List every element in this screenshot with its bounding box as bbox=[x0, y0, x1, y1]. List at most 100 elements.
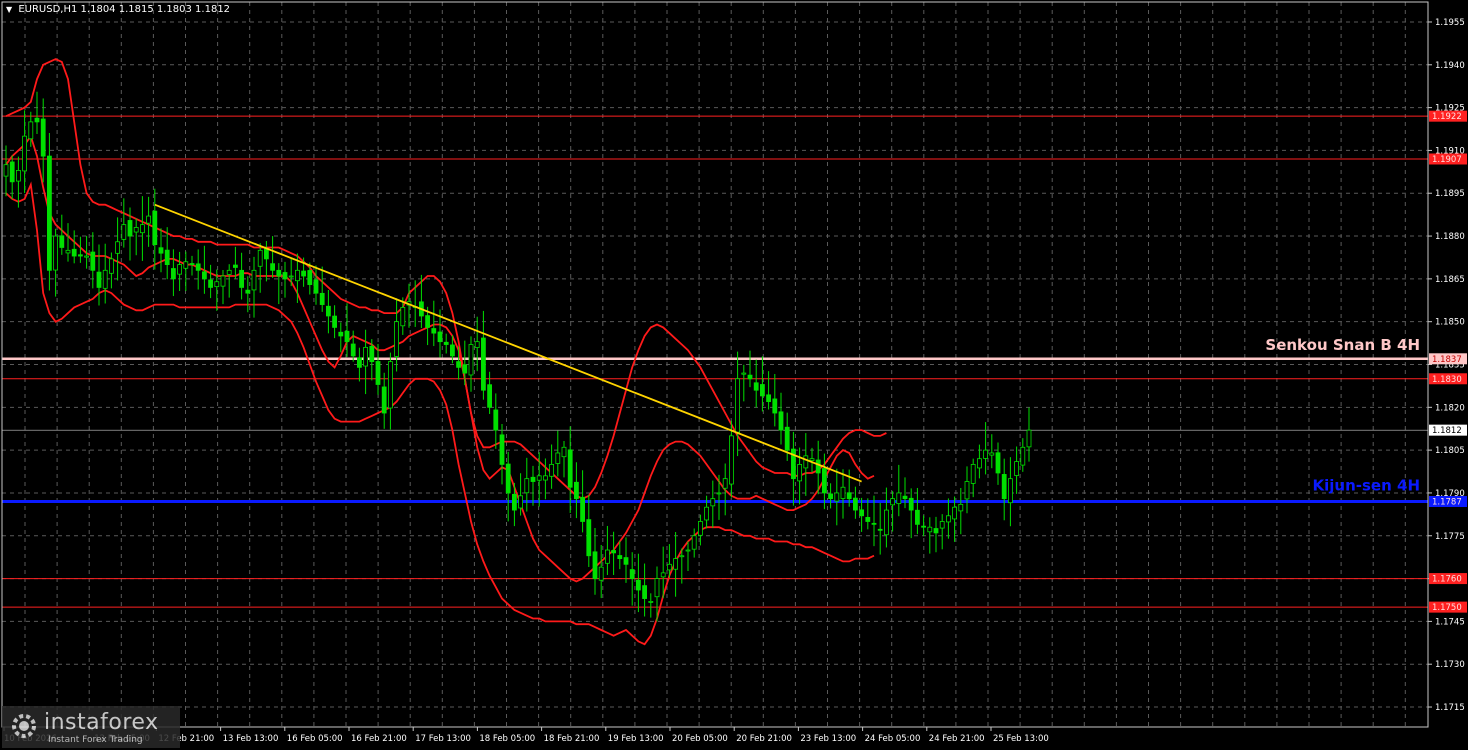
candle-body bbox=[214, 281, 220, 288]
candle-body bbox=[183, 261, 189, 269]
candle-body bbox=[462, 364, 468, 374]
x-tick-label: 24 Feb 05:00 bbox=[865, 734, 921, 744]
candle-body bbox=[301, 270, 307, 277]
collapse-triangle-icon[interactable]: ▼ bbox=[6, 5, 12, 14]
candle-body bbox=[505, 463, 511, 494]
x-tick-label: 24 Feb 21:00 bbox=[929, 734, 985, 744]
candle-body bbox=[9, 161, 15, 183]
candle-body bbox=[325, 305, 331, 317]
y-tick-label: 1.1895 bbox=[1435, 189, 1465, 199]
candle-body bbox=[109, 258, 114, 274]
candle-body bbox=[139, 224, 145, 234]
price-chart[interactable]: 1.19551.19401.19251.19101.18951.18801.18… bbox=[0, 0, 1468, 750]
candle-body bbox=[474, 341, 480, 348]
candle-body bbox=[536, 475, 542, 481]
candle-body bbox=[449, 344, 455, 357]
candle-body bbox=[865, 517, 871, 522]
candle-body bbox=[158, 247, 164, 254]
x-tick-label: 17 Feb 13:00 bbox=[415, 734, 471, 744]
ohlc-values: 1.1804 1.1815 1.1803 1.1812 bbox=[80, 4, 231, 15]
candle-body bbox=[921, 525, 926, 528]
candle-body bbox=[834, 492, 840, 502]
candle-body bbox=[908, 497, 914, 511]
candle-body bbox=[567, 449, 573, 488]
candle-body bbox=[933, 528, 939, 534]
candle-body bbox=[28, 121, 34, 140]
candle-body bbox=[636, 579, 641, 591]
candle-body bbox=[679, 555, 685, 558]
candle-body bbox=[890, 498, 895, 506]
candle-body bbox=[245, 289, 251, 294]
candle-body bbox=[133, 227, 139, 233]
candle-body bbox=[47, 155, 52, 271]
level-price-label: 1.1922 bbox=[1432, 112, 1462, 122]
y-tick-label: 1.1715 bbox=[1435, 703, 1465, 713]
candle-body bbox=[809, 458, 815, 461]
candle-body bbox=[970, 464, 976, 484]
candle-body bbox=[753, 382, 759, 391]
candle-body bbox=[220, 275, 226, 287]
candle-body bbox=[952, 506, 957, 520]
level-price-label: 1.1830 bbox=[1432, 375, 1462, 385]
candle-body bbox=[512, 493, 517, 511]
candle-body bbox=[747, 374, 753, 380]
candle-body bbox=[840, 486, 846, 499]
candle-body bbox=[146, 215, 152, 224]
candle-body bbox=[667, 563, 672, 571]
y-tick-label: 1.1955 bbox=[1435, 18, 1465, 28]
candle-body bbox=[394, 321, 400, 357]
candle-body bbox=[350, 343, 356, 357]
candle-body bbox=[468, 344, 474, 376]
candle-body bbox=[846, 492, 852, 500]
x-tick-label: 16 Feb 05:00 bbox=[287, 734, 343, 744]
candle-body bbox=[623, 557, 629, 565]
candle-body bbox=[456, 361, 462, 368]
candle-body bbox=[201, 271, 207, 280]
candle-body bbox=[642, 585, 647, 599]
candle-body bbox=[648, 601, 654, 603]
current-price-label: 1.1812 bbox=[1432, 426, 1462, 436]
candle-body bbox=[605, 549, 610, 564]
candle-body bbox=[307, 270, 313, 285]
candle-body bbox=[884, 509, 889, 536]
candle-body bbox=[555, 452, 561, 464]
candle-body bbox=[939, 521, 945, 529]
x-tick-label: 20 Feb 21:00 bbox=[736, 734, 792, 744]
logo-tagline: Instant Forex Trading bbox=[48, 735, 143, 745]
x-tick-label: 16 Feb 21:00 bbox=[351, 734, 407, 744]
candle-body bbox=[741, 372, 747, 375]
candle-body bbox=[822, 468, 827, 494]
candle-body bbox=[803, 455, 809, 469]
candle-body bbox=[443, 341, 449, 345]
candle-body bbox=[698, 521, 703, 536]
candle-body bbox=[431, 328, 437, 334]
candle-body bbox=[195, 263, 201, 271]
level-price-label: 1.1750 bbox=[1432, 603, 1462, 613]
candle-body bbox=[561, 446, 567, 458]
candle-body bbox=[294, 269, 300, 282]
candle-body bbox=[22, 135, 28, 172]
x-tick-label: 18 Feb 21:00 bbox=[544, 734, 600, 744]
y-tick-label: 1.1820 bbox=[1435, 403, 1465, 413]
senkou-span-b-label: Senkou Snan B 4H bbox=[1265, 336, 1420, 354]
y-tick-label: 1.1745 bbox=[1435, 617, 1465, 627]
candle-body bbox=[598, 566, 604, 581]
candle-body bbox=[332, 315, 338, 328]
candle-body bbox=[102, 269, 108, 289]
candle-body bbox=[828, 493, 833, 500]
candle-body bbox=[363, 346, 369, 367]
candle-body bbox=[152, 210, 158, 246]
y-tick-label: 1.1805 bbox=[1435, 446, 1465, 456]
candle-body bbox=[127, 220, 133, 237]
candle-body bbox=[629, 569, 635, 579]
candle-body bbox=[1026, 429, 1032, 448]
candle-body bbox=[958, 503, 964, 512]
candle-body bbox=[263, 248, 269, 260]
candle-body bbox=[487, 384, 493, 408]
candle-body bbox=[518, 495, 523, 509]
candle-body bbox=[691, 535, 697, 550]
candle-body bbox=[784, 426, 790, 451]
candle-body bbox=[1001, 474, 1007, 500]
symbol-label: EURUSD,H1 bbox=[18, 4, 78, 15]
candle-body bbox=[722, 478, 728, 489]
